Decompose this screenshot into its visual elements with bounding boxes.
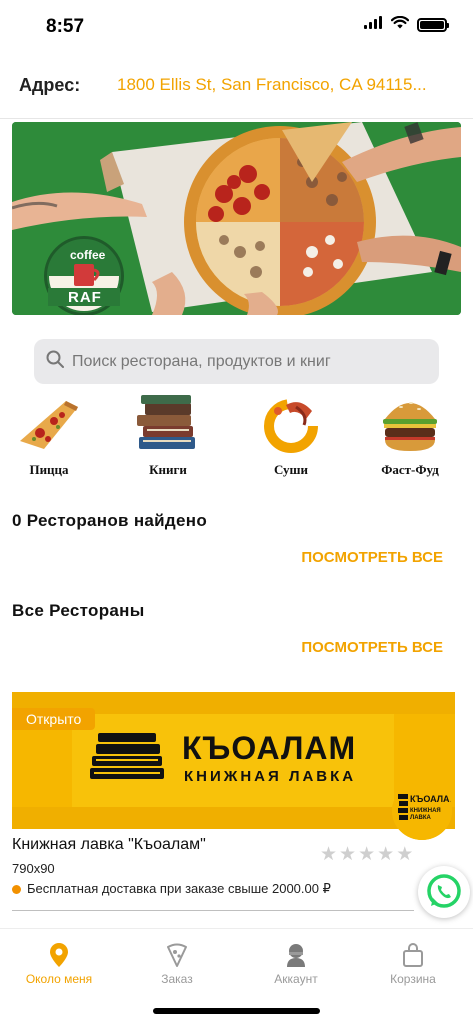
restaurant-subtitle: 790x90 [12,861,55,876]
logo-title: КЪОАЛАМ [410,794,452,804]
address-value[interactable]: 1800 Ellis St, San Francisco, CA 94115..… [117,75,457,95]
location-pin-icon [4,941,114,969]
category-fastfood[interactable]: Фаст-Фуд [364,393,456,483]
delivery-info: Бесплатная доставка при заказе свыше 200… [12,881,331,897]
delivery-dot-icon [12,884,21,894]
wifi-icon [390,15,410,34]
delivery-text: Бесплатная доставка при заказе свыше 200… [27,881,331,896]
found-section-title: 0 Ресторанов найдено [12,511,208,530]
status-icons [364,15,449,34]
category-books[interactable]: Книги [122,393,214,483]
restaurant-name[interactable]: Книжная лавка "Къоалам" [12,836,206,854]
burger-icon [375,393,445,455]
pizza-banner-illustration [12,122,461,315]
status-time: 8:57 [46,16,85,37]
banner-logo-bottom: RAF [68,289,102,306]
category-list: Пицца Книги Суши Фаст-Фуд [0,393,473,483]
promo-banner[interactable]: coffee RAF [12,122,461,315]
category-label: Книги [149,462,187,477]
tab-label: Около меня [25,972,93,986]
divider [12,910,414,911]
category-sushi[interactable]: Суши [245,393,337,483]
signal-icon [364,16,383,34]
star-icon: ★ [339,844,357,865]
rating-stars: ★ ★ ★ ★ ★ [320,845,413,864]
star-icon: ★ [320,844,338,865]
see-all-restaurants-link[interactable]: ПОСМОТРЕТЬ ВСЕ [301,639,443,656]
category-label: Фаст-Фуд [381,462,439,477]
shopping-bag-icon [358,941,468,969]
search-icon [46,350,64,373]
tab-nearby[interactable]: Около меня [4,941,114,986]
search-input[interactable] [72,352,432,371]
account-icon [241,941,351,969]
all-restaurants-title: Все Рестораны [12,601,145,620]
restaurant-logo: КЪОАЛАМ КНИЖНАЯ ЛАВКА [392,782,452,840]
address-label: Адрес: [19,74,81,95]
category-pizza[interactable]: Пицца [3,393,95,483]
banner-logo-top: coffee [70,248,106,262]
star-icon: ★ [358,844,376,865]
card-banner-title: КЪОАЛАМ [182,730,357,766]
tab-label: Аккаунт [274,972,318,986]
battery-icon [417,18,449,32]
pizza-slice-icon [14,393,84,455]
sushi-icon [256,393,326,455]
books-icon [133,393,203,455]
open-status-badge: Открыто [12,708,96,730]
tab-label: Корзина [390,972,436,986]
category-label: Пицца [29,462,69,477]
tab-label: Заказ [161,972,193,986]
tab-account[interactable]: Аккаунт [241,941,351,986]
star-icon: ★ [377,844,395,865]
divider [0,118,473,119]
whatsapp-icon [427,874,461,908]
pizza-icon [122,941,232,969]
status-bar: 8:57 [0,0,473,52]
logo-subtitle: КНИЖНАЯ ЛАВКА [410,808,441,821]
home-indicator [153,1008,320,1014]
category-label: Суши [273,462,309,477]
tab-order[interactable]: Заказ [122,941,232,986]
address-row[interactable]: Адрес: 1800 Ellis St, San Francisco, CA … [0,70,473,100]
search-bar[interactable] [34,339,439,384]
whatsapp-button[interactable] [418,866,470,918]
star-icon: ★ [396,844,414,865]
see-all-found-link[interactable]: ПОСМОТРЕТЬ ВСЕ [301,549,443,566]
tab-cart[interactable]: Корзина [358,941,468,986]
card-banner-subtitle: КНИЖНАЯ ЛАВКА [184,768,357,785]
